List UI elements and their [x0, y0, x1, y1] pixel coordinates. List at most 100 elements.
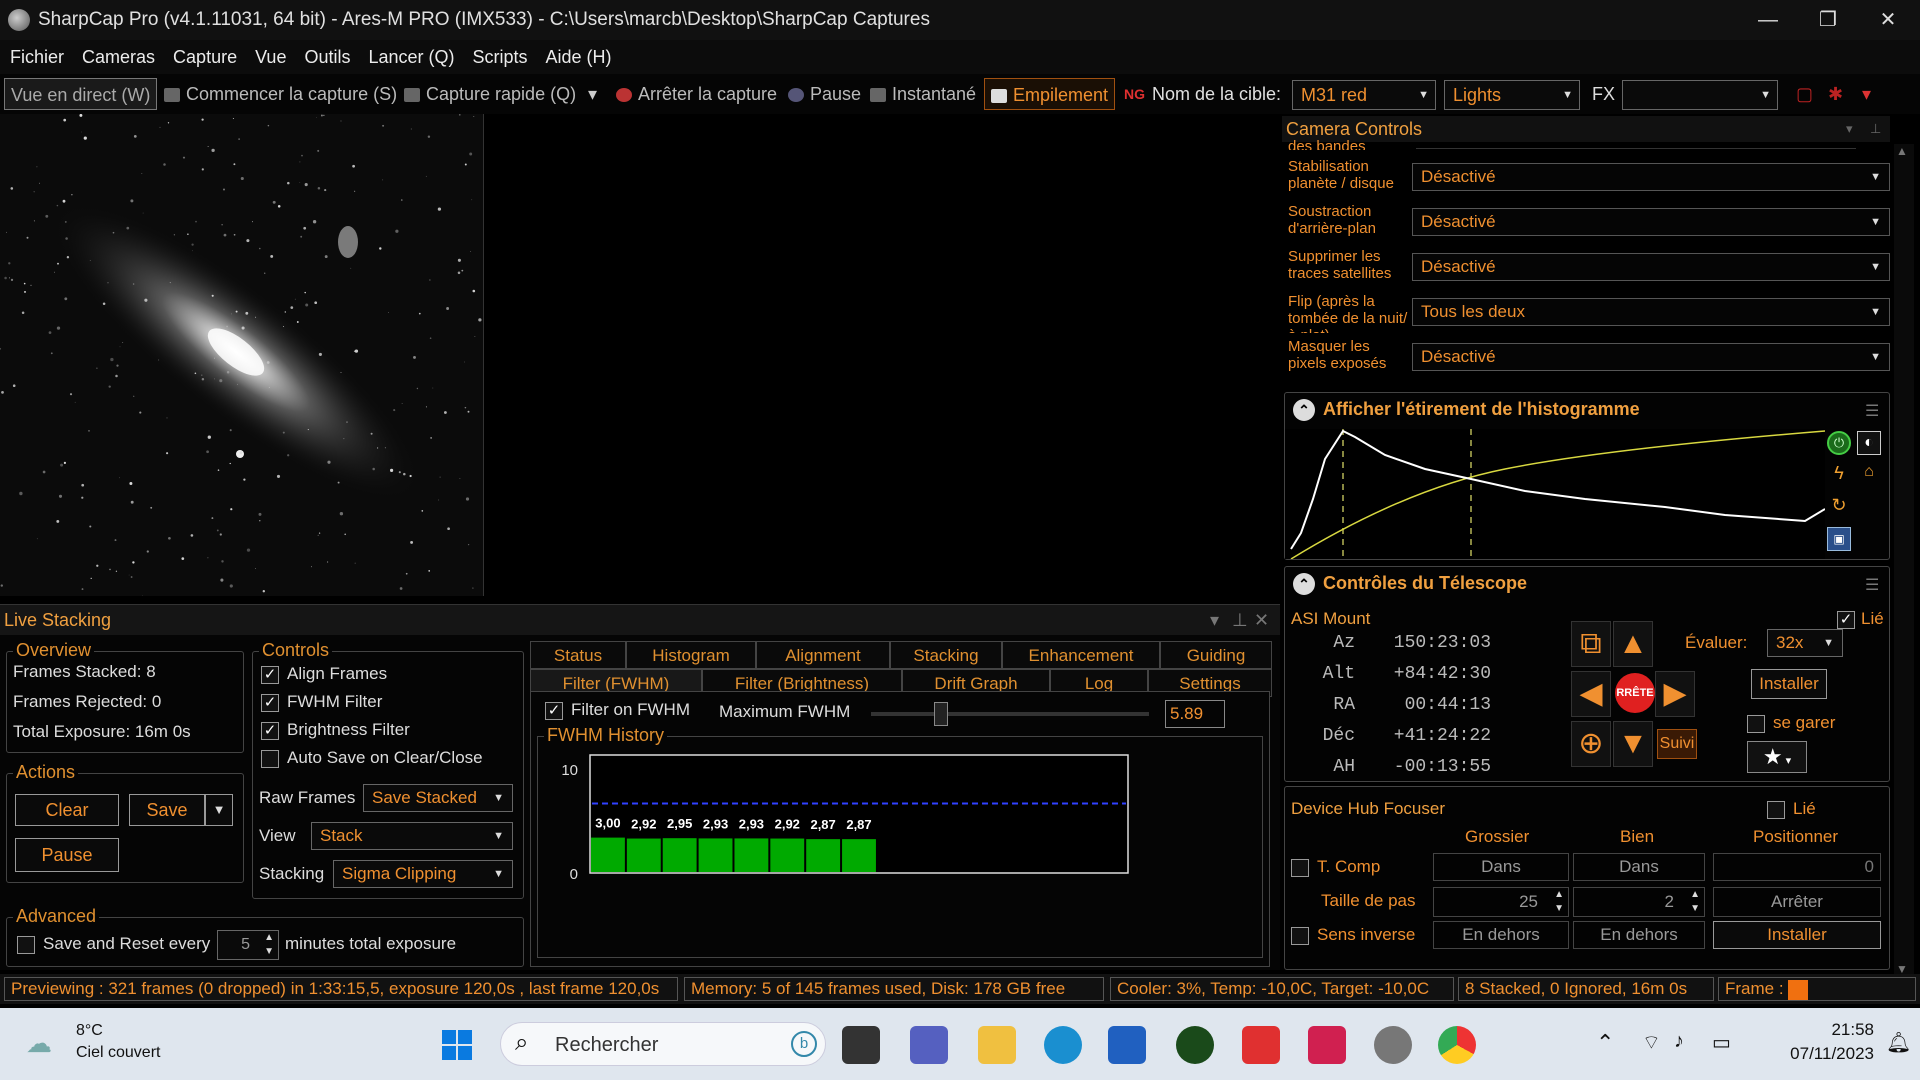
histogram-graph[interactable]	[1285, 429, 1825, 559]
stepper-arrows-icon[interactable]: ▲ ▼	[1554, 888, 1564, 916]
tracking-button[interactable]: Suivi	[1657, 729, 1697, 759]
step-coarse-stepper[interactable]: 25 ▲ ▼	[1433, 887, 1569, 917]
home-icon[interactable]: ⊕	[1571, 721, 1611, 767]
menu-outils[interactable]: Outils	[304, 47, 350, 68]
panel-menu-icon[interactable]: ▾	[1210, 605, 1219, 635]
close-button[interactable]: ✕	[1858, 0, 1918, 40]
checkbox-unchecked[interactable]	[261, 749, 279, 768]
auto-save-checkbox[interactable]: Auto Save on Clear/Close	[261, 748, 483, 768]
scroll-up-icon[interactable]: ▲	[1896, 144, 1908, 158]
reverse-checkbox[interactable]: Sens inverse	[1291, 925, 1415, 945]
checkbox-unchecked[interactable]	[1747, 714, 1765, 733]
toolbar-menu-dropdown[interactable]: ▾	[1856, 78, 1877, 110]
scrollbar[interactable]: ▲ ▼	[1894, 144, 1914, 980]
stepper-arrows-icon[interactable]: ▲ ▼	[264, 931, 274, 959]
tab-1[interactable]: Histogram	[626, 641, 756, 669]
clear-button[interactable]: Clear	[15, 794, 119, 826]
histogram-header[interactable]: ⌃ Afficher l'étirement de l'histogramme	[1293, 399, 1640, 422]
sync-icon[interactable]: ⧉	[1571, 621, 1611, 667]
stacking-mode-select[interactable]: Sigma Clipping ▼	[333, 860, 513, 888]
live-view-button[interactable]: Vue en direct (W)	[4, 78, 158, 110]
save-icon[interactable]: ▣	[1827, 527, 1851, 551]
view-select[interactable]: Stack ▼	[311, 822, 513, 850]
focuser-linked-checkbox[interactable]: Lié	[1767, 799, 1816, 819]
max-fwhm-slider-thumb[interactable]	[933, 702, 948, 726]
checkbox-checked[interactable]: ✓	[261, 693, 279, 712]
save-button[interactable]: Save	[129, 794, 205, 826]
checkbox-checked[interactable]: ✓	[1837, 610, 1855, 629]
target-name-combo[interactable]: M31 red ▼	[1292, 80, 1436, 110]
contrast-icon[interactable]: ◐	[1857, 431, 1881, 455]
scrollbar-thumb[interactable]	[1897, 168, 1911, 438]
checkbox-checked[interactable]: ✓	[261, 665, 279, 684]
clock-date[interactable]: 07/11/2023	[1764, 1044, 1874, 1064]
checkbox-checked[interactable]: ✓	[545, 701, 563, 720]
frame-type-combo[interactable]: Lights ▼	[1444, 80, 1580, 110]
mount-stop-button[interactable]: RRÊTE	[1615, 673, 1655, 713]
north-arrow-icon[interactable]: ▲	[1613, 621, 1653, 667]
record-icon[interactable]: ▢	[1790, 78, 1819, 110]
start-button[interactable]	[442, 1030, 472, 1060]
menu-vue[interactable]: Vue	[255, 47, 286, 68]
menu-scripts[interactable]: Scripts	[473, 47, 528, 68]
app-icon[interactable]	[1308, 1026, 1346, 1064]
pause-stacking-button[interactable]: Pause	[15, 838, 119, 872]
reticle-icon[interactable]: ✱	[1822, 78, 1849, 110]
hamburger-icon[interactable]: ☰	[1865, 401, 1879, 421]
snapshot-button[interactable]: Instantané	[864, 78, 982, 110]
hamburger-icon[interactable]: ☰	[1865, 575, 1879, 595]
anydesk-icon[interactable]	[1242, 1026, 1280, 1064]
star-goto-button[interactable]: ★ ▾	[1747, 741, 1807, 773]
camera-control-dropdown[interactable]: Désactivé ▼	[1412, 253, 1890, 281]
store-icon[interactable]	[1108, 1026, 1146, 1064]
stacking-button[interactable]: Empilement	[984, 78, 1116, 110]
power-icon[interactable]: ⏻	[1827, 431, 1851, 455]
cloud-icon[interactable]: ☁	[26, 1028, 52, 1059]
focus-out-coarse-button[interactable]: En dehors	[1433, 921, 1569, 949]
raw-frames-select[interactable]: Save Stacked ▼	[363, 784, 513, 812]
checkbox-unchecked[interactable]	[17, 935, 35, 954]
focus-in-coarse-button[interactable]: Dans	[1433, 853, 1569, 881]
battery-icon[interactable]: ▭	[1712, 1030, 1731, 1055]
taskbar-search[interactable]: ⌕ Rechercher b	[500, 1022, 826, 1066]
telescope-header[interactable]: ⌃ Contrôles du Télescope	[1293, 573, 1527, 596]
mount-install-button[interactable]: Installer	[1751, 669, 1827, 699]
max-fwhm-slider-track[interactable]	[871, 712, 1149, 716]
pause-button[interactable]: Pause	[782, 78, 867, 110]
menu-lancer[interactable]: Lancer (Q)	[368, 47, 454, 68]
edge-icon[interactable]	[1044, 1026, 1082, 1064]
pin-icon[interactable]: ⊥	[1870, 116, 1881, 142]
quick-capture-dropdown[interactable]: ▾	[582, 78, 603, 110]
fx-combo[interactable]: ▼	[1622, 80, 1778, 110]
fwhm-filter-checkbox[interactable]: ✓ FWHM Filter	[261, 692, 382, 712]
save-dropdown-button[interactable]: ▼	[205, 794, 233, 826]
phd-icon[interactable]	[1176, 1026, 1214, 1064]
bell-icon[interactable]: 🔔︎	[1886, 1030, 1911, 1055]
quick-capture-button[interactable]: Capture rapide (Q)	[398, 78, 582, 110]
camera-control-dropdown[interactable]: Désactivé ▼	[1412, 163, 1890, 191]
pin-icon[interactable]: ⊥	[1232, 605, 1248, 635]
checkbox-unchecked[interactable]	[1291, 926, 1309, 945]
filter-on-fwhm-checkbox[interactable]: ✓ Filter on FWHM	[545, 700, 690, 720]
step-fine-stepper[interactable]: 2 ▲ ▼	[1573, 887, 1705, 917]
clock-time[interactable]: 21:58	[1784, 1020, 1874, 1040]
tcomp-checkbox[interactable]: T. Comp	[1291, 857, 1380, 877]
tab-4[interactable]: Enhancement	[1002, 641, 1160, 669]
tab-3[interactable]: Stacking	[890, 641, 1002, 669]
rate-select[interactable]: 32x ▼	[1767, 629, 1843, 657]
minimize-button[interactable]: —	[1738, 0, 1798, 40]
checkbox-checked[interactable]: ✓	[261, 721, 279, 740]
collapse-icon[interactable]: ⌃	[1293, 573, 1315, 596]
mount-linked-checkbox[interactable]: ✓ Lié	[1837, 609, 1884, 629]
stepper-arrows-icon[interactable]: ▲ ▼	[1690, 888, 1700, 916]
chrome-icon[interactable]	[1438, 1026, 1476, 1064]
minutes-stepper[interactable]: 5 ▲ ▼	[217, 930, 279, 960]
teams-icon[interactable]	[910, 1026, 948, 1064]
close-panel-icon[interactable]: ✕	[1254, 605, 1269, 635]
panel-menu-icon[interactable]: ▾	[1846, 116, 1853, 142]
tab-0[interactable]: Status	[530, 641, 626, 669]
tab-5[interactable]: Guiding	[1160, 641, 1272, 669]
weather-text[interactable]: Ciel couvert	[76, 1044, 160, 1062]
menu-capture[interactable]: Capture	[173, 47, 237, 68]
lock-icon[interactable]: ⌂	[1857, 463, 1881, 487]
